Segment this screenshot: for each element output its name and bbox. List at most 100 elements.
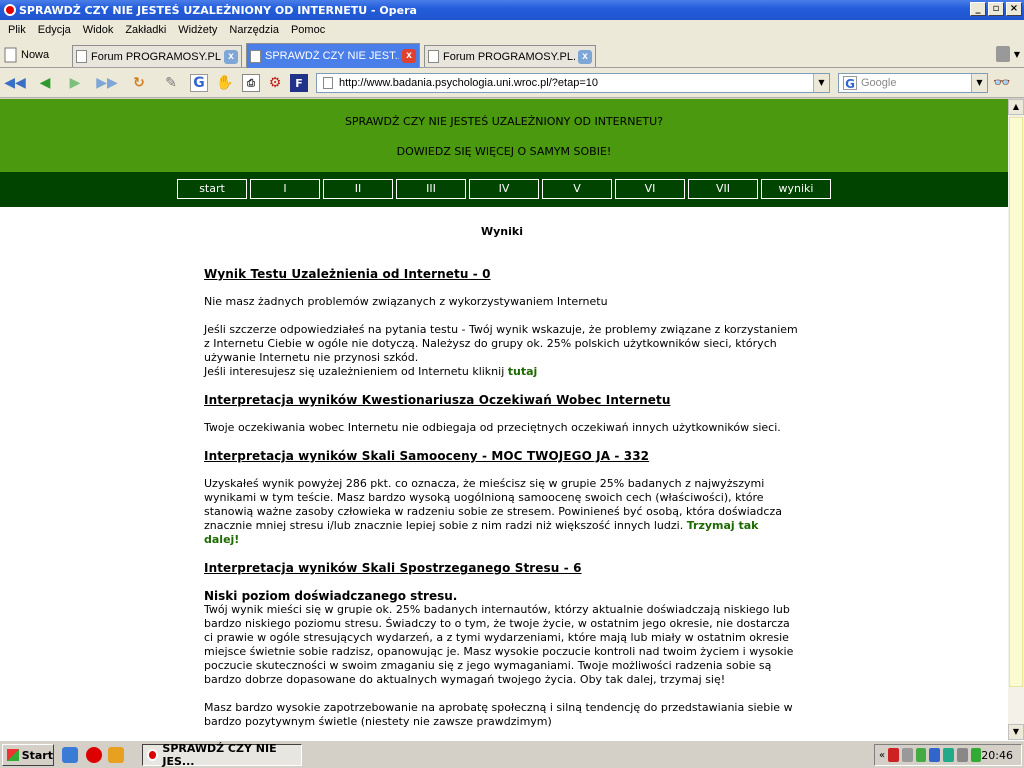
opera-logo-icon <box>147 749 159 761</box>
nav-iv[interactable]: IV <box>469 179 539 199</box>
ie-icon[interactable] <box>62 747 78 763</box>
feed-icon[interactable]: F <box>290 74 308 92</box>
page-icon <box>323 77 333 89</box>
media-icon[interactable] <box>108 747 124 763</box>
page-viewport: SPRAWDŹ CZY NIE JESTEŚ UZALEŻNIONY OD IN… <box>0 99 1008 740</box>
addiction-more-text: Jeśli interesujesz się uzależnieniem od … <box>204 365 505 378</box>
stress-description: Twój wynik mieści się w grupie ok. 25% b… <box>204 603 794 686</box>
tray-volume-icon[interactable] <box>901 748 913 762</box>
start-label: Start <box>21 748 53 762</box>
site-header: SPRAWDŹ CZY NIE JESTEŚ UZALEŻNIONY OD IN… <box>0 99 1008 172</box>
menu-plik[interactable]: Plik <box>2 24 32 36</box>
tray-app-icon[interactable] <box>888 748 899 762</box>
tray-update-icon[interactable] <box>943 748 954 762</box>
tab-sprawdz[interactable]: SPRAWDŹ CZY NIE JEST... x <box>246 43 420 68</box>
settings-gear-icon[interactable]: ⚙ <box>266 74 284 92</box>
fast-forward-icon[interactable]: ▶▶ <box>96 74 118 92</box>
tab-label: Forum PROGRAMOSY.PL... <box>91 50 221 63</box>
new-page-icon <box>4 47 17 63</box>
page-icon <box>250 49 261 63</box>
vertical-scrollbar[interactable]: ▲ ▼ <box>1008 99 1024 740</box>
search-dropdown-icon[interactable]: ▼ <box>971 74 987 92</box>
window-title: SPRAWDŹ CZY NIE JESTEŚ UZALEŻNIONY OD IN… <box>19 3 417 17</box>
taskbar: Start SPRAWDŹ CZY NIE JES... « 20:46 <box>0 740 1024 768</box>
back-arrow-icon[interactable]: ◀ <box>36 74 54 92</box>
address-field[interactable]: http://www.badania.psychologia.uni.wroc.… <box>316 73 830 93</box>
tab-bar: Nowa Forum PROGRAMOSY.PL... x SPRAWDŹ CZ… <box>0 40 1024 68</box>
close-tab-icon[interactable]: x <box>578 49 592 64</box>
taskbar-opera-window[interactable]: SPRAWDŹ CZY NIE JES... <box>142 742 302 768</box>
notes-icon[interactable]: ⎙ <box>242 74 260 92</box>
close-tab-icon[interactable]: x <box>402 49 416 63</box>
trash-icon[interactable] <box>996 46 1010 62</box>
page-icon <box>76 50 87 63</box>
nav-v[interactable]: V <box>542 179 612 199</box>
self-esteem-text: Uzyskałeś wynik powyżej 286 pkt. co ozna… <box>204 477 794 547</box>
addiction-more-info: Jeśli interesujesz się uzależnieniem od … <box>204 365 804 379</box>
scroll-down-icon[interactable]: ▼ <box>1008 724 1024 740</box>
tutaj-link[interactable]: tutaj <box>508 365 538 378</box>
addiction-summary: Nie masz żadnych problemów związanych z … <box>204 295 608 308</box>
nav-wyniki[interactable]: wyniki <box>761 179 831 199</box>
clock: 20:46 <box>981 748 1013 762</box>
section-heading-expectations: Interpretacja wyników Kwestionariusza Oc… <box>204 393 671 407</box>
tab-label: SPRAWDŹ CZY NIE JEST... <box>265 50 399 62</box>
menu-widok[interactable]: Widok <box>77 24 120 36</box>
header-title: SPRAWDŹ CZY NIE JESTEŚ UZALEŻNIONY OD IN… <box>344 115 664 128</box>
menu-zakladki[interactable]: Zakładki <box>119 24 172 36</box>
opera-quicklaunch-icon[interactable] <box>86 747 102 763</box>
nav-i[interactable]: I <box>250 179 320 199</box>
title-bar: SPRAWDŹ CZY NIE JESTEŚ UZALEŻNIONY OD IN… <box>0 0 1024 20</box>
google-icon[interactable]: G <box>190 74 208 92</box>
addiction-description: Jeśli szczerze odpowiedziałeś na pytania… <box>204 323 798 364</box>
search-field[interactable]: G Google ▼ <box>838 73 988 93</box>
forward-arrow-icon[interactable]: ▶ <box>66 74 84 92</box>
tray-antivirus-icon[interactable] <box>929 748 941 762</box>
new-tab-button[interactable]: Nowa <box>4 44 49 66</box>
nav-vii[interactable]: VII <box>688 179 758 199</box>
tab-forum-2[interactable]: Forum PROGRAMOSY.PL... x <box>424 45 596 67</box>
address-dropdown-icon[interactable]: ▼ <box>813 74 829 92</box>
new-tab-label: Nowa <box>21 49 50 61</box>
tray-display-icon[interactable] <box>956 748 968 762</box>
social-approval-text: Masz bardzo wysokie zapotrzebowanie na a… <box>204 701 793 728</box>
header-subtitle: DOWIEDZ SIĘ WIĘCEJ O SAMYM SOBIE! <box>396 145 612 158</box>
section-heading-addiction: Wynik Testu Uzależnienia od Internetu - … <box>204 267 491 281</box>
tray-network-icon[interactable] <box>915 748 927 762</box>
edit-pencil-icon[interactable]: ✎ <box>162 74 180 92</box>
stress-level-label: Niski poziom doświadczanego stresu. <box>204 589 458 603</box>
site-navigation: start I II III IV V VI VII wyniki <box>0 172 1008 207</box>
nav-iii[interactable]: III <box>396 179 466 199</box>
nav-start[interactable]: start <box>177 179 247 199</box>
section-heading-self-esteem: Interpretacja wyników Skali Samooceny - … <box>204 449 650 463</box>
tab-label: Forum PROGRAMOSY.PL... <box>443 50 575 63</box>
tray-expand-icon[interactable]: « <box>879 750 885 761</box>
menu-pomoc[interactable]: Pomoc <box>285 24 331 36</box>
menu-widzety[interactable]: Widżety <box>172 24 223 36</box>
tab-forum-1[interactable]: Forum PROGRAMOSY.PL... x <box>72 45 242 67</box>
task-label: SPRAWDŹ CZY NIE JES... <box>162 742 277 768</box>
nav-vi[interactable]: VI <box>615 179 685 199</box>
start-button[interactable]: Start <box>2 744 54 766</box>
close-window-button[interactable]: × <box>1006 2 1022 16</box>
nav-ii[interactable]: II <box>323 179 393 199</box>
glasses-icon[interactable]: 👓 <box>993 75 1010 91</box>
reload-icon[interactable]: ↻ <box>130 74 148 92</box>
chevron-down-icon[interactable]: ▼ <box>1014 50 1020 59</box>
maximize-button[interactable]: ▫ <box>988 2 1004 16</box>
minimize-button[interactable]: _ <box>970 2 986 16</box>
search-placeholder[interactable]: Google <box>861 77 971 89</box>
google-search-icon[interactable]: G <box>843 76 857 91</box>
windows-logo-icon <box>7 749 19 761</box>
rewind-icon[interactable]: ◀◀ <box>4 74 26 92</box>
scroll-thumb[interactable] <box>1009 117 1023 687</box>
menu-edycja[interactable]: Edycja <box>32 24 77 36</box>
results-title: Wyniki <box>481 225 523 238</box>
close-tab-icon[interactable]: x <box>224 49 238 64</box>
hand-icon[interactable]: ✋ <box>216 74 234 92</box>
address-url[interactable]: http://www.badania.psychologia.uni.wroc.… <box>339 77 813 89</box>
tray-sync-icon[interactable] <box>970 748 982 762</box>
menu-narzedzia[interactable]: Narzędzia <box>223 24 285 36</box>
system-tray: « 20:46 <box>874 744 1022 766</box>
scroll-up-icon[interactable]: ▲ <box>1008 99 1024 115</box>
